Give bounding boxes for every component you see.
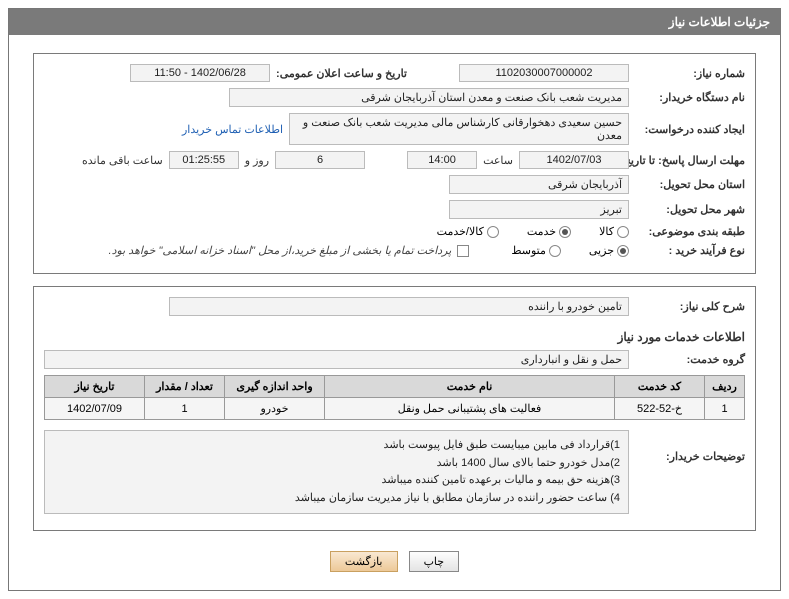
radio-circle-icon xyxy=(617,226,629,238)
radio-partial[interactable]: جزیی xyxy=(589,244,629,257)
radio-circle-icon xyxy=(549,245,561,257)
info-fieldset: شماره نیاز: 1102030007000002 تاریخ و ساع… xyxy=(33,53,756,274)
desc-line: 3)هزینه حق بیمه و مالیات برعهده تامین کن… xyxy=(53,472,620,490)
cell-qty: 1 xyxy=(145,398,225,420)
deadline-time-value: 14:00 xyxy=(407,151,477,169)
col-service-code: کد خدمت xyxy=(615,376,705,398)
delivery-city-value: تبریز xyxy=(449,200,629,219)
service-group-label: گروه خدمت: xyxy=(635,353,745,366)
buyer-desc-box: 1)قرارداد فی مابین میبایست طبق فایل پیوس… xyxy=(44,430,629,514)
time-label: ساعت xyxy=(483,154,513,167)
deadline-label: مهلت ارسال پاسخ: تا تاریخ: xyxy=(635,154,745,167)
payment-note: پرداخت تمام یا بخشی از مبلغ خرید،از محل … xyxy=(109,244,452,257)
radio-khadmat[interactable]: خدمت xyxy=(527,225,571,238)
contact-link[interactable]: اطلاعات تماس خریدار xyxy=(182,123,283,136)
need-number-value: 1102030007000002 xyxy=(459,64,629,82)
buttons-row: چاپ بازگشت xyxy=(33,543,756,576)
delivery-city-label: شهر محل تحویل: xyxy=(635,203,745,216)
cell-unit: خودرو xyxy=(225,398,325,420)
page-title: جزئیات اطلاعات نیاز xyxy=(9,9,780,35)
requester-value: حسین سعیدی دهخوارقانی کارشناس مالی مدیری… xyxy=(289,113,629,145)
remaining-label: ساعت باقی مانده xyxy=(82,154,163,167)
radio-kala[interactable]: کالا xyxy=(599,225,629,238)
cell-row: 1 xyxy=(705,398,745,420)
buyer-org-value: مدیریت شعب بانک صنعت و معدن استان آذربای… xyxy=(229,88,629,107)
cell-service-code: خ-52-522 xyxy=(615,398,705,420)
purchase-type-label: نوع فرآیند خرید : xyxy=(635,244,745,257)
col-row: ردیف xyxy=(705,376,745,398)
subject-class-label: طبقه بندی موضوعی: xyxy=(635,225,745,238)
col-qty: تعداد / مقدار xyxy=(145,376,225,398)
announce-datetime-label: تاریخ و ساعت اعلان عمومی: xyxy=(276,67,407,80)
radio-circle-checked-icon xyxy=(617,245,629,257)
summary-value: تامین خودرو با راننده xyxy=(169,297,629,316)
services-table: ردیف کد خدمت نام خدمت واحد اندازه گیری ت… xyxy=(44,375,745,420)
purchase-type-radios: جزیی متوسط xyxy=(511,244,629,257)
summary-label: شرح کلی نیاز: xyxy=(635,300,745,313)
table-header-row: ردیف کد خدمت نام خدمت واحد اندازه گیری ت… xyxy=(45,376,745,398)
print-button[interactable]: چاپ xyxy=(409,551,460,572)
payment-checkbox[interactable] xyxy=(457,245,469,257)
days-value: 6 xyxy=(275,151,365,169)
requester-label: ایجاد کننده درخواست: xyxy=(635,123,745,136)
buyer-org-label: نام دستگاه خریدار: xyxy=(635,91,745,104)
need-number-label: شماره نیاز: xyxy=(635,67,745,80)
desc-line: 2)مدل خودرو حتما بالای سال 1400 باشد xyxy=(53,455,620,473)
delivery-province-label: استان محل تحویل: xyxy=(635,178,745,191)
cell-need-date: 1402/07/09 xyxy=(45,398,145,420)
col-service-name: نام خدمت xyxy=(325,376,615,398)
need-fieldset: شرح کلی نیاز: تامین خودرو با راننده اطلا… xyxy=(33,286,756,531)
services-section-title: اطلاعات خدمات مورد نیاز xyxy=(44,330,745,344)
col-unit: واحد اندازه گیری xyxy=(225,376,325,398)
col-need-date: تاریخ نیاز xyxy=(45,376,145,398)
days-and-label: روز و xyxy=(245,154,269,167)
desc-line: 1)قرارداد فی مابین میبایست طبق فایل پیوس… xyxy=(53,437,620,455)
buyer-desc-label: توضیحات خریدار: xyxy=(635,430,745,463)
announce-datetime-value: 1402/06/28 - 11:50 xyxy=(130,64,270,82)
deadline-date-value: 1402/07/03 xyxy=(519,151,629,169)
subject-class-radios: کالا خدمت کالا/خدمت xyxy=(437,225,629,238)
radio-circle-checked-icon xyxy=(559,226,571,238)
radio-medium[interactable]: متوسط xyxy=(511,244,561,257)
time-remaining-value: 01:25:55 xyxy=(169,151,239,169)
radio-circle-icon xyxy=(487,226,499,238)
desc-line: 4) ساعت حضور راننده در سازمان مطابق با ن… xyxy=(53,490,620,508)
service-group-value: حمل و نقل و انبارداری xyxy=(44,350,629,369)
table-row: 1 خ-52-522 فعالیت های پشتیبانی حمل ونقل … xyxy=(45,398,745,420)
radio-kala-khadmat[interactable]: کالا/خدمت xyxy=(437,225,499,238)
delivery-province-value: آذربایجان شرقی xyxy=(449,175,629,194)
cell-service-name: فعالیت های پشتیبانی حمل ونقل xyxy=(325,398,615,420)
back-button[interactable]: بازگشت xyxy=(330,551,398,572)
